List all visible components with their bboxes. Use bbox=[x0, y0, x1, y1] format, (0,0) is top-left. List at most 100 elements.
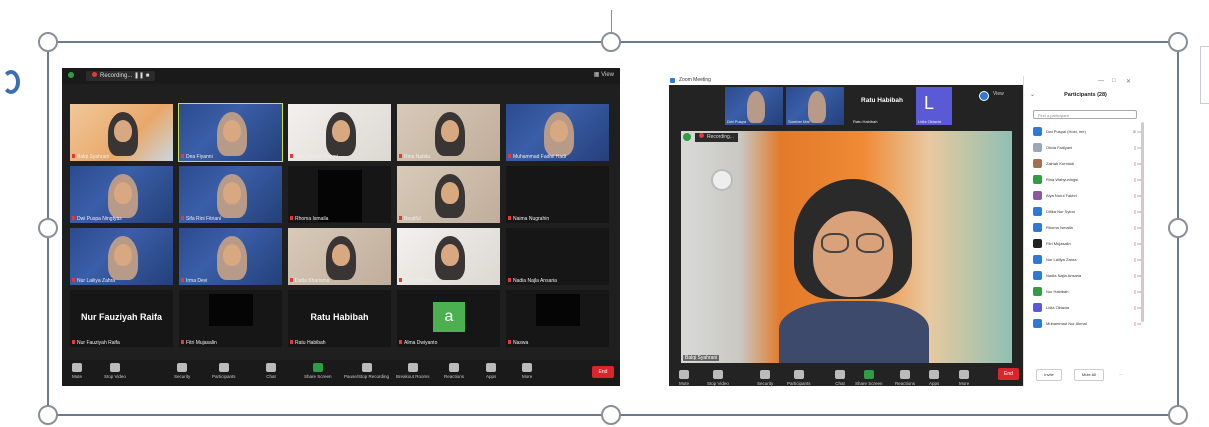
participant-row[interactable]: Olivia Fadlyani ▯ ▭ bbox=[1033, 143, 1141, 153]
video-tile[interactable]: Naima Nugrahin bbox=[506, 166, 609, 223]
participant-row[interactable]: Zainab Kurniadi ▯ ▭ bbox=[1033, 159, 1141, 169]
video-tile[interactable]: Naswa bbox=[506, 290, 609, 347]
toolbar-icon bbox=[266, 363, 276, 372]
toolbar2-mute-button[interactable]: Mute bbox=[679, 370, 689, 386]
video-tile[interactable]: Nadia Najla Ansaria bbox=[506, 228, 609, 285]
participant-row[interactable]: Rhoma Ismaila ▯ ▭ bbox=[1033, 223, 1141, 233]
video-tile[interactable]: Rina Nabila bbox=[397, 104, 500, 161]
toolbar-share-screen-button[interactable]: Share Screen bbox=[304, 363, 332, 379]
resize-handle-mr[interactable] bbox=[1168, 218, 1188, 238]
toolbar2-participants-button[interactable]: Participants bbox=[787, 370, 811, 386]
video-tile[interactable]: Muhammad Fadhil Hadi bbox=[506, 104, 609, 161]
view-button[interactable]: ▦ View bbox=[594, 71, 614, 78]
view-button-2[interactable]: View bbox=[993, 91, 1004, 97]
video-tile[interactable]: a Alma Dwiyanto bbox=[397, 290, 500, 347]
toolbar2-more-button[interactable]: More bbox=[959, 370, 969, 386]
resize-handle-tr[interactable] bbox=[1168, 32, 1188, 52]
toolbar-security-button[interactable]: Security bbox=[174, 363, 190, 379]
participant-row[interactable]: Lidia Oktavia ▯ ▭ bbox=[1033, 303, 1141, 313]
mic-video-status-icon: ▯ ▭ bbox=[1133, 209, 1141, 214]
video-tile[interactable]: Ayu Hanifah Rahmi bbox=[288, 104, 391, 161]
toolbar2-reactions-button[interactable]: Reactions bbox=[895, 370, 915, 386]
participant-name: Sumber Mai bbox=[788, 119, 810, 124]
toolbar-chat-button[interactable]: Chat bbox=[266, 363, 276, 379]
video-tile[interactable]: Beutiful bbox=[397, 166, 500, 223]
toolbar-participants-button[interactable]: Participants bbox=[212, 363, 236, 379]
participant-row[interactable]: Difika Nur Syirai ▯ ▭ bbox=[1033, 207, 1141, 217]
more-options-button[interactable]: ... bbox=[1116, 369, 1126, 379]
participant-row[interactable]: Dwi Puspal (Host, me) ⊘ ▭ bbox=[1033, 127, 1141, 137]
participant-row[interactable]: Nur Lailiya Zahra ▯ ▭ bbox=[1033, 255, 1141, 265]
close-icon[interactable]: ✕ bbox=[1126, 78, 1131, 85]
participant-name-text: Fitri Mujasalin bbox=[186, 340, 217, 346]
participant-avatar bbox=[1033, 143, 1042, 152]
toolbar2-share-screen-button[interactable]: Share Screen bbox=[855, 370, 883, 386]
toolbar-pause-stop-recording-button[interactable]: Pause/Stop Recording bbox=[344, 363, 389, 379]
participant-name: Beutiful bbox=[399, 216, 421, 222]
participant-search-input[interactable]: Find a participant bbox=[1033, 110, 1137, 119]
participant-row[interactable]: Nur Habibah ▯ ▭ bbox=[1033, 287, 1141, 297]
toolbar2-apps-button[interactable]: Apps bbox=[929, 370, 939, 386]
video-tile[interactable]: Irma Devi bbox=[179, 228, 282, 285]
person-face bbox=[223, 244, 241, 266]
toolbar-mute-button[interactable]: Mute bbox=[72, 363, 82, 379]
toolbar-apps-button[interactable]: Apps bbox=[486, 363, 496, 379]
toolbar-icon bbox=[72, 363, 82, 372]
video-tile[interactable]: Dafta Kharisma bbox=[288, 228, 391, 285]
toolbar-more-button[interactable]: More bbox=[522, 363, 532, 379]
video-tile[interactable]: Dea Fiyanni bbox=[178, 103, 283, 162]
video-tile[interactable]: Nur Fauziyah Raifa Nur Fauziyah Raifa bbox=[70, 290, 173, 347]
strip-video-tile[interactable]: Dwi Puspa bbox=[725, 87, 783, 125]
toolbar-icon bbox=[835, 370, 845, 379]
participant-row[interactable]: Rina Wahyuningsi ▯ ▭ bbox=[1033, 175, 1141, 185]
video-tile[interactable]: Sifa Rini Fitriani bbox=[179, 166, 282, 223]
participant-row[interactable]: Fitri Mujasalin ▯ ▭ bbox=[1033, 239, 1141, 249]
video-tile[interactable]: Dwi Puspa Ningtyas bbox=[70, 166, 173, 223]
mute-all-button[interactable]: Mute All bbox=[1074, 369, 1104, 381]
toolbar-label: Breakout Rooms bbox=[396, 374, 430, 379]
video-tile[interactable]: Balqi Syahrani bbox=[70, 104, 173, 161]
participant-name-text: Nadia Najla Ansaria bbox=[513, 278, 557, 284]
toolbar-icon bbox=[109, 363, 120, 372]
strip-video-tile[interactable]: Ratu Habibah Ratu Habibah bbox=[851, 87, 913, 125]
scrollbar[interactable] bbox=[1141, 122, 1144, 322]
resize-handle-ml[interactable] bbox=[38, 218, 58, 238]
resize-handle-br[interactable] bbox=[1168, 405, 1188, 425]
mic-video-status-icon: ▯ ▭ bbox=[1133, 241, 1141, 246]
end-meeting-button-2[interactable]: End bbox=[998, 368, 1019, 380]
video-tile[interactable]: Ratu Habibah Ratu Habibah bbox=[288, 290, 391, 347]
video-tile[interactable]: Sri Dwi Astuti bbox=[397, 228, 500, 285]
strip-video-tile[interactable]: Sumber Mai bbox=[786, 87, 844, 125]
toolbar-breakout-rooms-button[interactable]: Breakout Rooms bbox=[396, 363, 430, 379]
toolbar-label: Chat bbox=[835, 381, 845, 386]
toolbar-reactions-button[interactable]: Reactions bbox=[444, 363, 464, 379]
shield-icon bbox=[68, 72, 74, 78]
recording-indicator-2[interactable]: Recording... bbox=[695, 133, 738, 142]
toolbar-stop-video-button[interactable]: Stop Video bbox=[104, 363, 126, 379]
invite-button[interactable]: Invite bbox=[1036, 369, 1062, 381]
strip-video-tile[interactable]: L Lidia Oktavia bbox=[916, 87, 952, 125]
resize-handle-bl[interactable] bbox=[38, 405, 58, 425]
mic-video-status-icon: ▯ ▭ bbox=[1133, 305, 1141, 310]
participant-row[interactable]: Nadia Najla Ansaria ▯ ▭ bbox=[1033, 271, 1141, 281]
participant-name: Olivia Fadlyani bbox=[1046, 145, 1073, 150]
toolbar-icon bbox=[793, 370, 804, 379]
video-tile[interactable]: Fitri Mujasalin bbox=[179, 290, 282, 347]
video-tile[interactable]: Nur Lailiya Zahra bbox=[70, 228, 173, 285]
minimize-icon[interactable]: — bbox=[1098, 78, 1104, 84]
resize-handle-bc[interactable] bbox=[601, 405, 621, 425]
participant-row[interactable]: Alya Nurul Fakhri ▯ ▭ bbox=[1033, 191, 1141, 201]
toolbar2-stop-video-button[interactable]: Stop Video bbox=[707, 370, 729, 386]
maximize-icon[interactable]: □ bbox=[1112, 78, 1116, 84]
video-tile[interactable]: Rhoma Ismaila bbox=[288, 166, 391, 223]
recording-indicator[interactable]: Recording... ❚❚ ■ bbox=[86, 71, 156, 81]
mic-video-status-icon: ▯ ▭ bbox=[1133, 257, 1141, 262]
participant-row[interactable]: Muhammad Nur Akmal ▯ ▭ bbox=[1033, 319, 1141, 329]
end-meeting-button[interactable]: End bbox=[592, 366, 614, 378]
meeting-area: Dwi Puspa Sumber Mai Ratu Habibah Ratu Habi… bbox=[669, 85, 1027, 386]
toolbar2-chat-button[interactable]: Chat bbox=[835, 370, 845, 386]
resize-handle-tc[interactable] bbox=[601, 32, 621, 52]
resize-handle-tl[interactable] bbox=[38, 32, 58, 52]
toolbar2-security-button[interactable]: Security bbox=[757, 370, 773, 386]
camera-black-area bbox=[209, 294, 253, 326]
